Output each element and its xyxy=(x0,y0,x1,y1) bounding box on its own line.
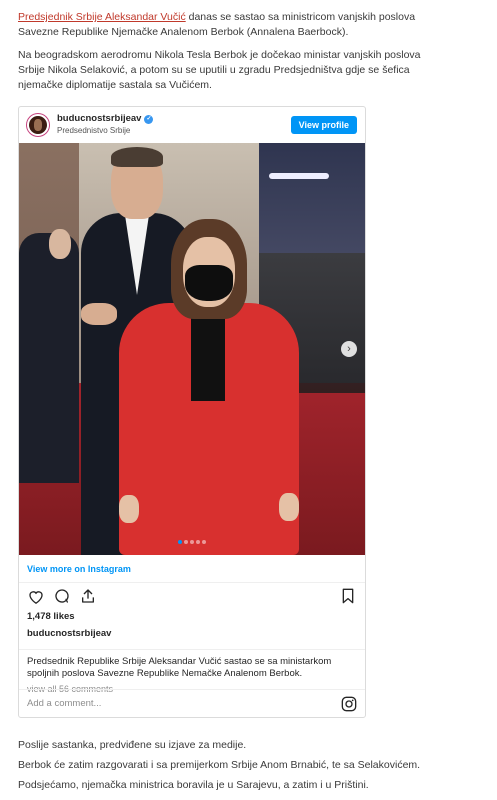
carousel-dot[interactable] xyxy=(178,540,182,544)
add-comment-input[interactable]: Add a comment... xyxy=(27,698,101,709)
post-photo[interactable]: › xyxy=(19,143,365,555)
next-arrow-icon[interactable]: › xyxy=(341,341,357,357)
carousel-dot[interactable] xyxy=(190,540,194,544)
carousel-dots xyxy=(19,535,365,547)
avatar[interactable] xyxy=(27,114,49,136)
carousel-dot[interactable] xyxy=(184,540,188,544)
photo-man-hair xyxy=(111,147,163,167)
photo-woman-top xyxy=(191,311,225,401)
action-bar xyxy=(19,583,365,609)
bookmark-icon[interactable] xyxy=(339,587,357,605)
president-link[interactable]: Predsjednik Srbije Aleksandar Vučić xyxy=(18,11,186,23)
after-paragraph: Poslije sastanka, predviđene su izjave z… xyxy=(18,739,247,751)
photo-woman-mask xyxy=(185,265,233,301)
ig-header: buducnostsrbijeav ✓ Predsednistvo Srbije … xyxy=(19,107,365,143)
article-page: Predsjednik Srbije Aleksandar Vučić dana… xyxy=(0,0,497,800)
instagram-embed: buducnostsrbijeav ✓ Predsednistvo Srbije … xyxy=(18,106,366,718)
photo-woman-hand-left xyxy=(119,495,139,523)
after-paragraph: Podsjećamo, njemačka ministrica boravila… xyxy=(18,779,369,791)
caption-username[interactable]: buducnostsrbijeav xyxy=(19,625,365,643)
share-icon[interactable] xyxy=(79,587,97,605)
photo-bodyguard-head xyxy=(49,229,71,259)
instagram-icon[interactable] xyxy=(341,696,357,712)
photo-woman-hand-right xyxy=(279,493,299,521)
photo-man-hand xyxy=(81,303,117,325)
post-caption: Predsednik Republike Srbije Aleksandar V… xyxy=(19,649,365,680)
article-continuation: Poslije sastanka, predviđene su izjave z… xyxy=(18,738,478,798)
likes-count[interactable]: 1,478 likes xyxy=(19,609,365,625)
ig-subtitle: Predsednistvo Srbije xyxy=(57,126,131,135)
ig-account: buducnostsrbijeav ✓ Predsednistvo Srbije xyxy=(57,113,154,137)
ig-username-row[interactable]: buducnostsrbijeav ✓ xyxy=(57,113,154,125)
view-more-link[interactable]: View more on Instagram xyxy=(19,555,365,583)
intro-paragraph: Predsjednik Srbije Aleksandar Vučić dana… xyxy=(18,10,428,40)
ig-username[interactable]: buducnostsrbijeav xyxy=(57,113,141,125)
after-paragraph: Berbok će zatim razgovarati i sa premije… xyxy=(18,759,421,771)
heart-icon[interactable] xyxy=(27,587,45,605)
carousel-dot[interactable] xyxy=(202,540,206,544)
airport-paragraph: Na beogradskom aerodromu Nikola Tesla Be… xyxy=(18,49,421,91)
comment-bar: Add a comment... xyxy=(19,689,365,717)
carousel-dot[interactable] xyxy=(196,540,200,544)
comment-icon[interactable] xyxy=(53,587,71,605)
verified-icon: ✓ xyxy=(144,114,154,124)
view-profile-button[interactable]: View profile xyxy=(290,116,357,134)
photo-light xyxy=(269,173,329,179)
photo-bodyguard xyxy=(19,233,79,483)
